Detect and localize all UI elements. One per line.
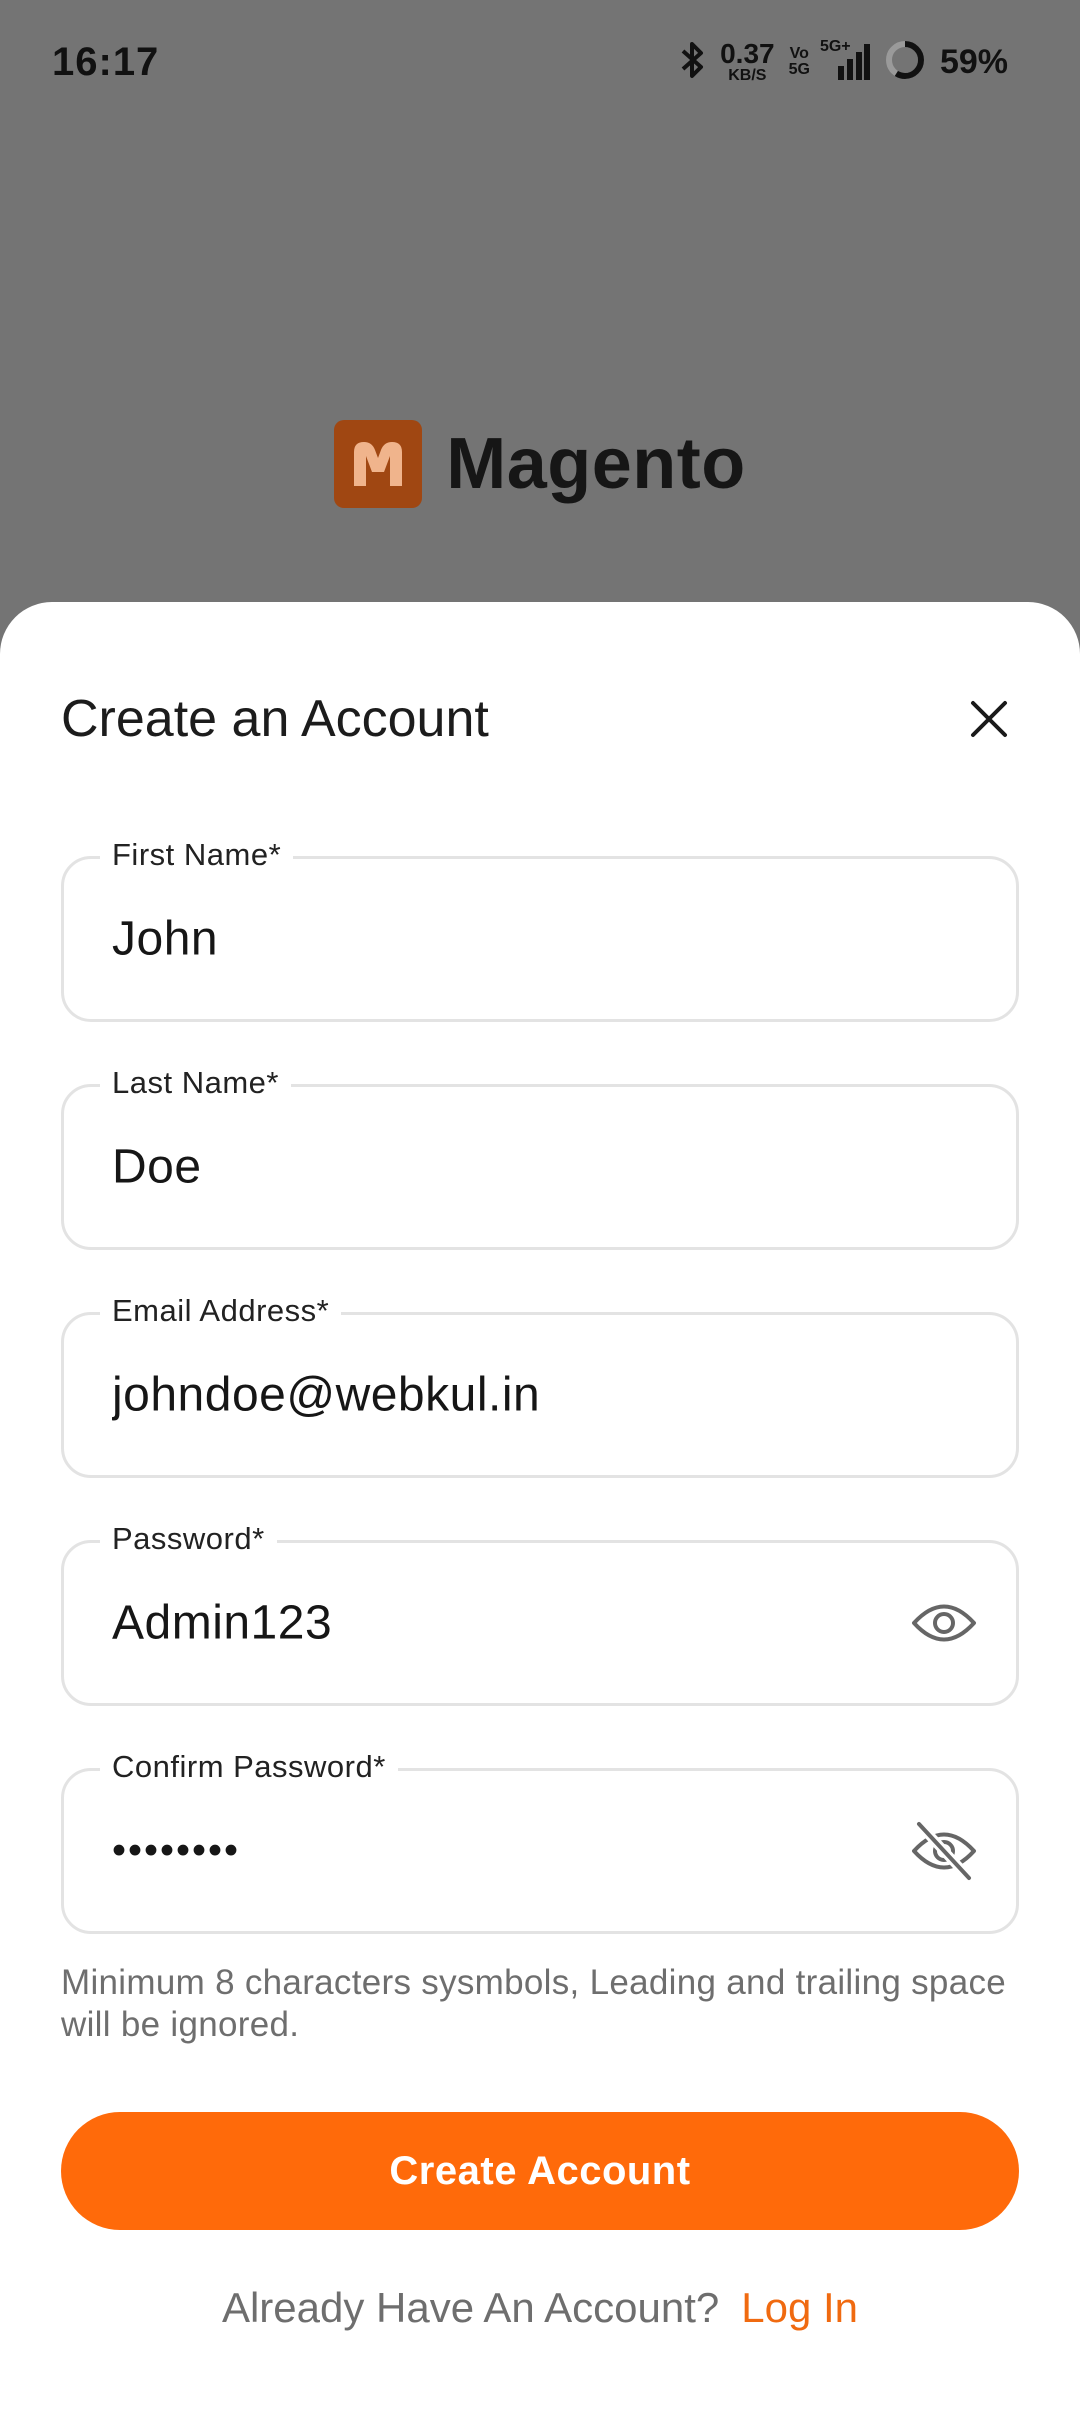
net-speed-unit: KB/S — [728, 67, 767, 84]
password-hint: Minimum 8 characters sysmbols, Leading a… — [61, 1963, 1007, 2044]
sheet-title: Create an Account — [61, 690, 489, 748]
last-name-label: Last Name* — [100, 1063, 291, 1103]
volte-top: Vo — [789, 45, 809, 62]
battery-percent: 59% — [939, 42, 1008, 81]
first-name-label: First Name* — [100, 835, 294, 875]
create-account-sheet: Create an Account First Name* Last Name*… — [0, 602, 1080, 2412]
email-label: Email Address* — [100, 1291, 342, 1331]
magento-logo-icon — [334, 420, 423, 508]
first-name-input[interactable] — [110, 910, 910, 968]
brand-name: Magento — [446, 424, 746, 504]
volte-indicator: Vo 5G — [789, 46, 810, 78]
create-account-button[interactable]: Create Account — [61, 2112, 1019, 2230]
net-speed: 0.37 KB/S — [720, 40, 775, 84]
password-field[interactable]: Password* — [61, 1519, 1019, 1706]
screen: 16:17 0.37 KB/S Vo 5G 5G+ 59% Magento Cr… — [0, 0, 1080, 2412]
battery-ring-icon — [884, 39, 926, 86]
status-bar: 16:17 0.37 KB/S Vo 5G 5G+ 59% — [0, 0, 1080, 124]
status-icons: 0.37 KB/S Vo 5G 5G+ 59% — [680, 38, 1008, 86]
last-name-field[interactable]: Last Name* — [61, 1063, 1019, 1250]
login-prompt-text: Already Have An Account? — [221, 2284, 720, 2331]
last-name-input[interactable] — [110, 1138, 910, 1196]
confirm-password-visibility-toggle[interactable] — [908, 1815, 980, 1887]
login-prompt: Already Have An Account? Log In — [0, 2284, 1080, 2332]
password-input[interactable] — [110, 1594, 870, 1652]
close-button[interactable] — [959, 689, 1019, 749]
network-type: 5G+ — [819, 38, 851, 55]
email-field[interactable]: Email Address* — [61, 1291, 1019, 1478]
confirm-password-field[interactable]: Confirm Password* — [61, 1747, 1019, 1934]
signal-icon: 5G+ — [820, 38, 870, 80]
password-label: Password* — [100, 1519, 277, 1559]
status-time: 16:17 — [52, 39, 160, 84]
volte-bottom: 5G — [788, 61, 810, 78]
password-visibility-toggle[interactable] — [908, 1587, 980, 1659]
login-link[interactable]: Log In — [741, 2284, 858, 2332]
close-icon — [971, 701, 1007, 737]
confirm-password-input[interactable] — [110, 1827, 870, 1875]
sheet-header: Create an Account — [61, 684, 1019, 754]
eye-off-icon — [912, 1820, 976, 1882]
confirm-password-label: Confirm Password* — [100, 1747, 398, 1787]
net-speed-value: 0.37 — [720, 38, 775, 69]
eye-icon — [912, 1604, 976, 1642]
bluetooth-icon — [680, 40, 706, 85]
email-input[interactable] — [110, 1366, 910, 1424]
brand-logo: Magento — [0, 420, 1080, 508]
first-name-field[interactable]: First Name* — [61, 835, 1019, 1022]
